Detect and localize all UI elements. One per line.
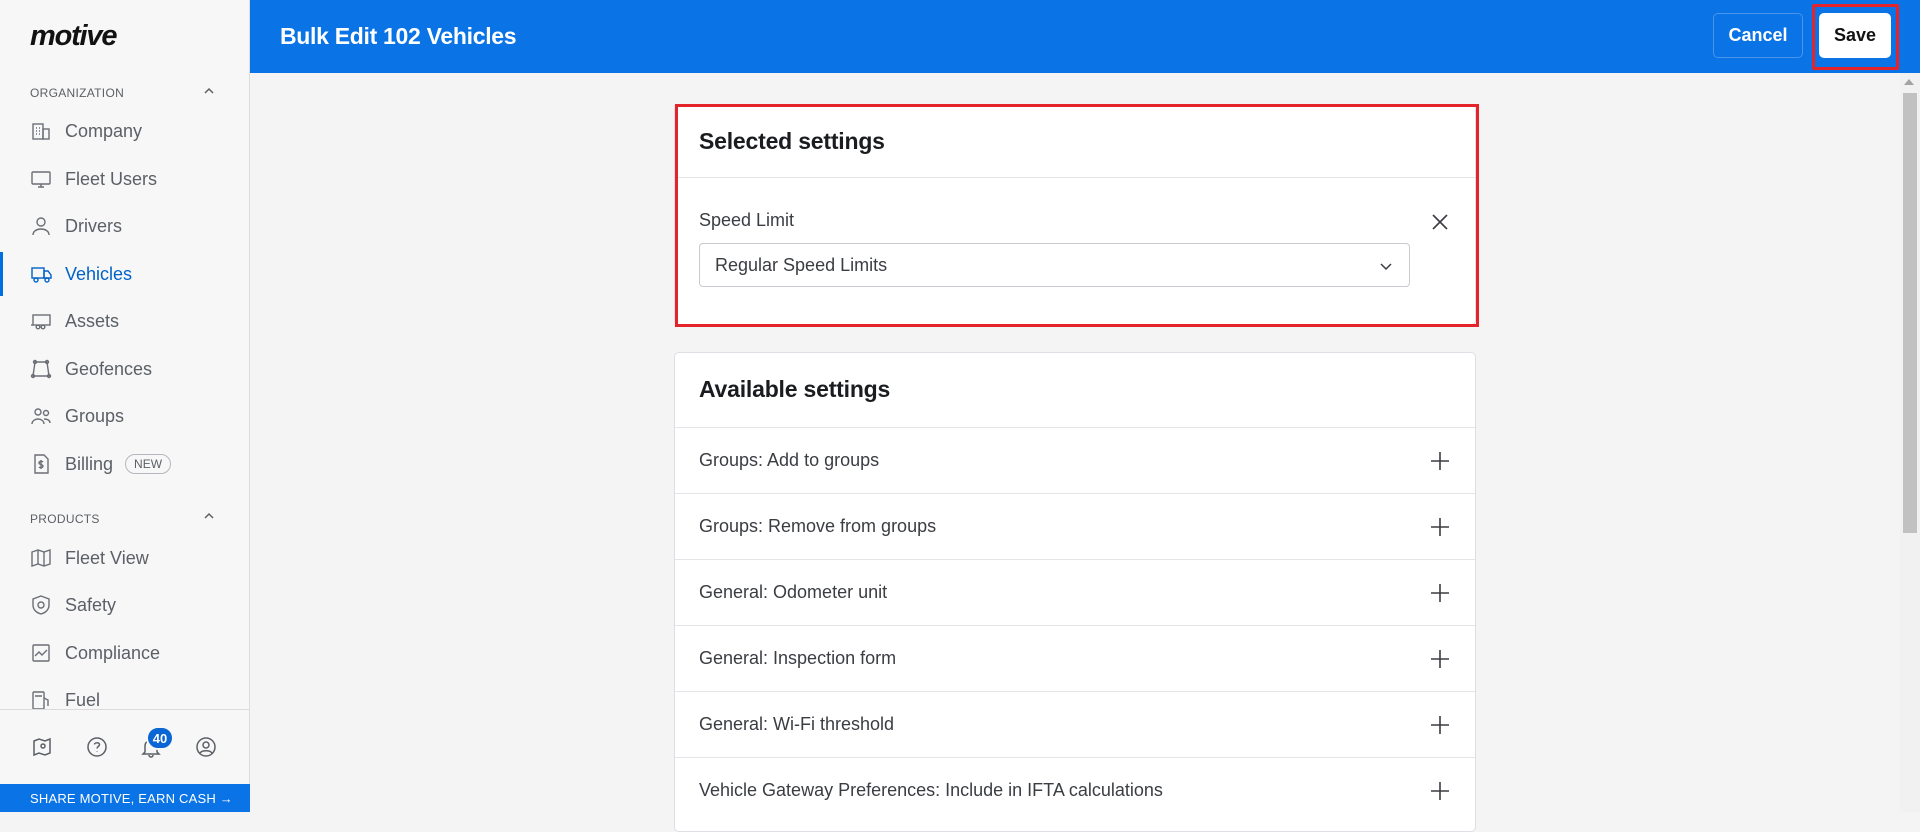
available-setting-label: Vehicle Gateway Preferences: Include in … <box>699 780 1163 800</box>
available-setting-label: Groups: Remove from groups <box>699 516 937 536</box>
sidebar-item-label: Fleet Users <box>65 168 158 189</box>
shield-icon <box>30 594 52 616</box>
page-title: Bulk Edit 102 Vehicles <box>280 23 517 49</box>
scrollbar-thumb[interactable] <box>1903 93 1917 533</box>
person-icon <box>30 215 52 237</box>
available-setting-row[interactable]: General: Wi-Fi threshold <box>675 691 1475 757</box>
available-setting-label: General: Inspection form <box>699 648 897 668</box>
sidebar-item-label: Groups <box>65 405 125 426</box>
available-setting-row[interactable]: Groups: Add to groups <box>675 427 1475 493</box>
chevron-up-icon[interactable] <box>202 509 216 523</box>
scrollbar[interactable] <box>1900 73 1920 812</box>
truck-icon <box>30 263 52 285</box>
sidebar-item-label: Geofences <box>65 358 153 379</box>
compliance-icon <box>30 642 52 664</box>
sidebar-item-billing[interactable]: Billing NEW <box>0 442 249 486</box>
organization-section-title: ORGANIZATION <box>30 86 125 100</box>
available-setting-row[interactable]: Groups: Remove from groups <box>675 493 1475 559</box>
save-button[interactable]: Save <box>1819 13 1891 58</box>
people-icon <box>30 405 52 427</box>
sidebar-footer: 40 <box>0 709 249 784</box>
products-section-title: PRODUCTS <box>30 512 100 526</box>
sidebar-item-fleet-users[interactable]: Fleet Users <box>0 157 249 201</box>
sidebar-item-label: Compliance <box>65 642 161 663</box>
available-setting-label: Groups: Add to groups <box>699 450 880 470</box>
plus-icon[interactable] <box>1430 451 1450 471</box>
available-settings-title: Available settings <box>699 376 891 402</box>
motive-logo[interactable]: motive <box>30 20 117 53</box>
share-motive-banner[interactable]: SHARE MOTIVE, EARN CASH → <box>0 784 250 812</box>
sidebar-item-label: Company <box>65 120 143 141</box>
sidebar-item-label: Vehicles <box>65 263 133 284</box>
sidebar-item-groups[interactable]: Groups <box>0 394 249 438</box>
chevron-up-icon[interactable] <box>202 84 216 98</box>
sidebar-item-label: Fuel <box>65 689 101 710</box>
selected-settings-highlight-outline <box>675 104 1479 327</box>
cancel-button[interactable]: Cancel <box>1713 13 1803 58</box>
account-icon[interactable] <box>195 736 217 758</box>
sidebar-item-label: Safety <box>65 594 117 615</box>
new-badge: NEW <box>125 454 172 474</box>
plus-icon[interactable] <box>1430 715 1450 735</box>
monitor-icon <box>30 168 52 190</box>
sidebar-item-fleet-view[interactable]: Fleet View <box>0 536 249 580</box>
map-icon <box>30 547 52 569</box>
notification-count-badge: 40 <box>146 726 174 750</box>
sidebar-item-label: Fleet View <box>65 547 149 568</box>
available-setting-row[interactable]: General: Odometer unit <box>675 559 1475 625</box>
billing-icon <box>30 453 52 475</box>
plus-icon[interactable] <box>1430 517 1450 537</box>
sidebar-item-safety[interactable]: Safety <box>0 583 249 627</box>
plus-icon[interactable] <box>1430 781 1450 801</box>
sidebar-item-company[interactable]: Company <box>0 109 249 153</box>
help-icon[interactable] <box>86 736 108 758</box>
available-setting-row[interactable]: General: Inspection form <box>675 625 1475 691</box>
sidebar-item-drivers[interactable]: Drivers <box>0 204 249 248</box>
fuel-icon <box>30 689 52 711</box>
plus-icon[interactable] <box>1430 649 1450 669</box>
sidebar: motive ORGANIZATION Company Fleet Users … <box>0 0 250 812</box>
sidebar-item-label: Assets <box>65 310 120 331</box>
building-icon <box>30 120 52 142</box>
available-setting-label: General: Wi-Fi threshold <box>699 714 895 734</box>
page-header: Bulk Edit 102 Vehicles Cancel Save <box>250 0 1920 73</box>
available-setting-label: General: Odometer unit <box>699 582 888 602</box>
plus-icon[interactable] <box>1430 583 1450 603</box>
polygon-icon <box>30 358 52 380</box>
sidebar-item-geofences[interactable]: Geofences <box>0 347 249 391</box>
available-setting-row[interactable]: Vehicle Gateway Preferences: Include in … <box>675 757 1475 823</box>
sidebar-item-label: Billing <box>65 453 114 474</box>
sidebar-item-assets[interactable]: Assets <box>0 299 249 343</box>
map-pin-icon[interactable] <box>31 736 53 758</box>
trailer-icon <box>30 310 52 332</box>
scroll-up-arrow-icon[interactable] <box>1904 79 1914 85</box>
sidebar-item-vehicles[interactable]: Vehicles <box>0 252 249 296</box>
sidebar-item-compliance[interactable]: Compliance <box>0 631 249 675</box>
available-settings-card: Available settings Groups: Add to groups… <box>674 352 1476 832</box>
sidebar-item-label: Drivers <box>65 215 122 236</box>
